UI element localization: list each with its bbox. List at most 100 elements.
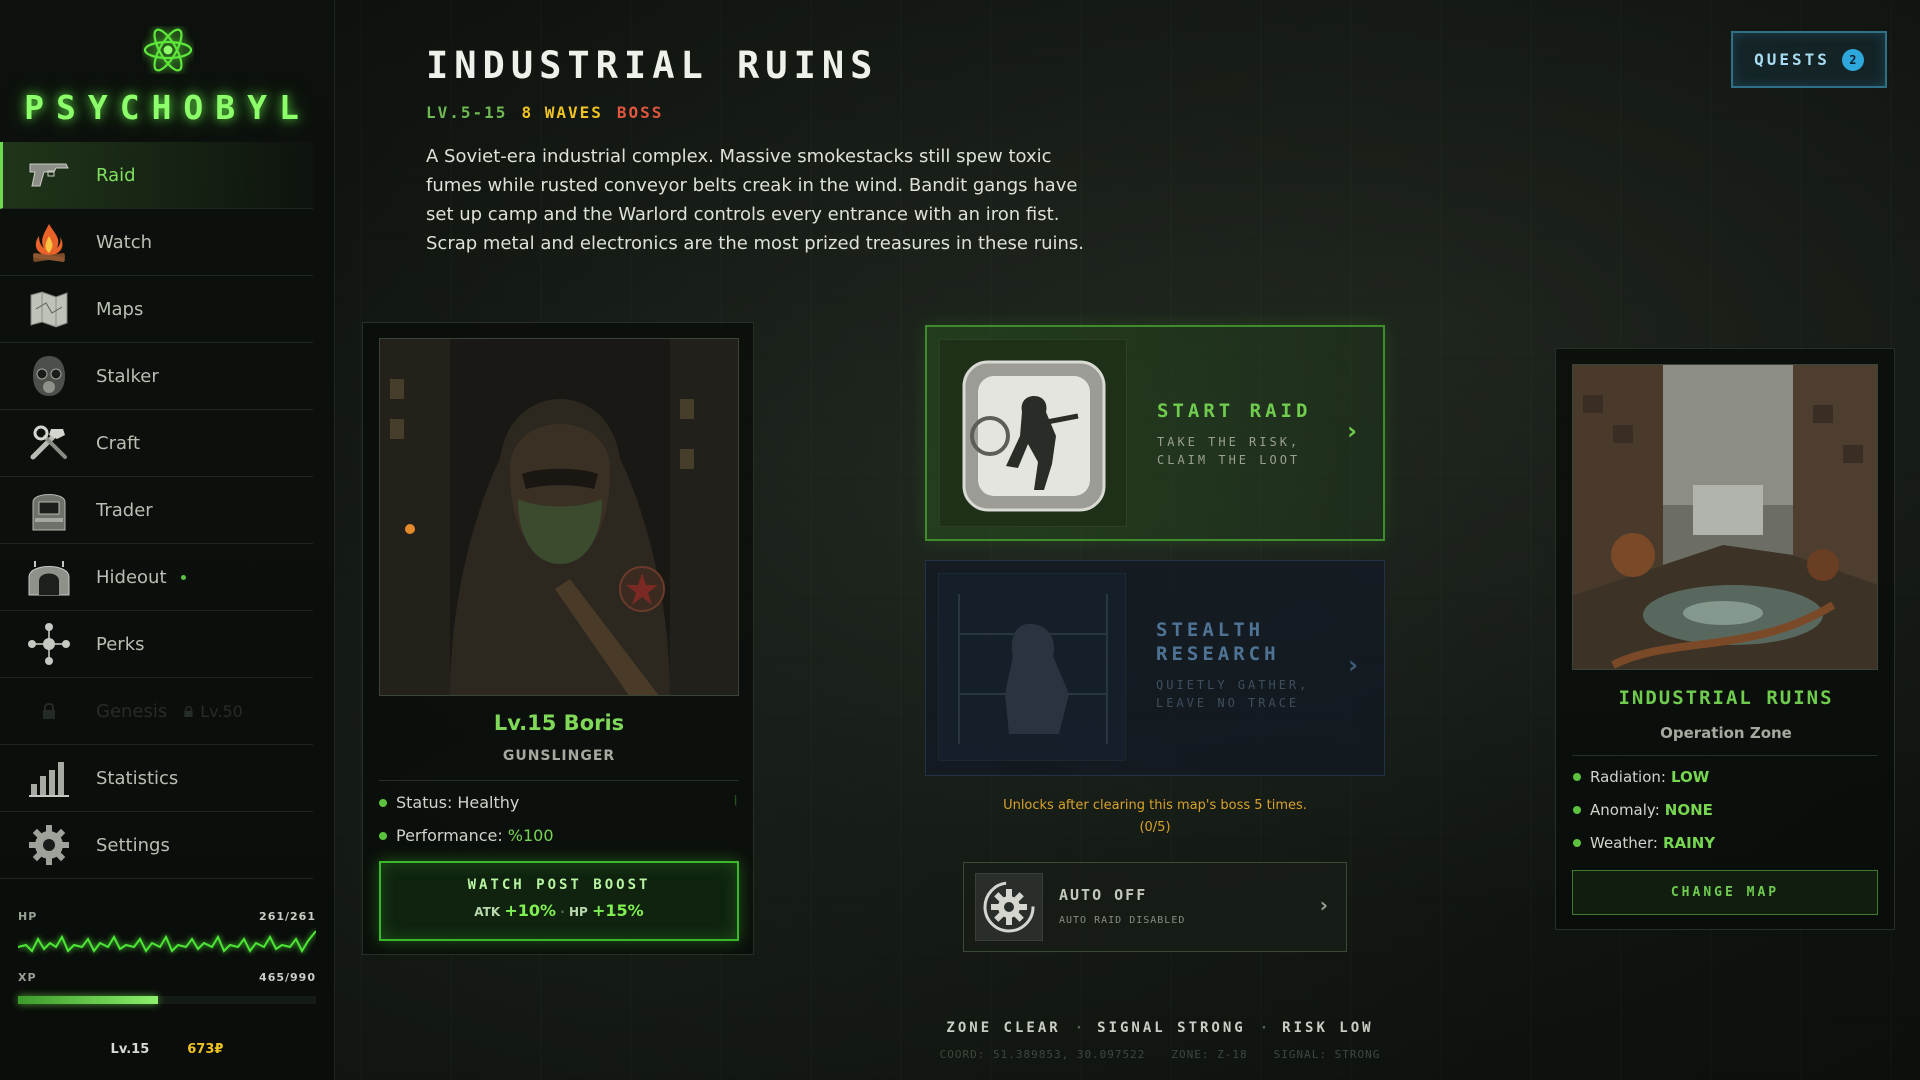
status-dot [1573,839,1581,847]
sidebar-item-label: Hideout [96,566,167,588]
unlock-progress: (0/5) [1139,820,1171,835]
lock-level-text: Lv.50 [200,701,243,721]
auto-subtitle: AUTO RAID DISABLED [1059,915,1186,926]
sidebar-item-label: Craft [96,432,141,454]
character-portrait [379,338,739,696]
sidebar-item-stalker[interactable]: Stalker [0,343,313,410]
sidebar-item-hideout[interactable]: Hideout [0,544,313,611]
hp-row: HP 261/261 [18,910,316,923]
boost-values: ATK +10% · HP +15% [474,901,644,920]
hp-value: 261/261 [259,910,316,923]
map-card: INDUSTRIAL RUINS Operation Zone Radiatio… [1555,348,1895,930]
perks-icon [26,621,72,667]
weather-label: Weather: [1590,834,1658,852]
pistol-icon [26,152,72,198]
campfire-icon [26,219,72,265]
sidebar-item-label: Stalker [96,365,159,387]
chevron-right-icon: › [1348,651,1358,679]
start-raid-button[interactable]: START RAID TAKE THE RISK, CLAIM THE LOOT… [925,325,1385,541]
level-range-tag: LV.5-15 [426,103,508,122]
anomaly-row: Anomaly: NONE [1573,801,1713,819]
chevron-right-icon: › [1319,893,1328,917]
vault-door-icon [939,339,1127,527]
xp-label: XP [18,971,37,984]
zone-meta: COORD: 51.389853, 30.097522 ZONE: Z-18 S… [900,1048,1420,1061]
divider [1572,755,1878,756]
auto-raid-toggle[interactable]: AUTO OFF AUTO RAID DISABLED › [963,862,1347,952]
separator: · [1259,1020,1269,1036]
player-level: Lv.15 [110,1042,150,1057]
status-dot [379,831,387,840]
auto-title: AUTO OFF [1059,886,1148,904]
risk-status: RISK LOW [1282,1020,1374,1036]
radiation-label: Radiation: [1590,768,1666,786]
sidebar-item-label: Maps [96,298,144,320]
zone-description: A Soviet-era industrial complex. Massive… [426,146,1085,254]
change-map-button[interactable]: CHANGE MAP [1572,870,1878,915]
app-title: PSYCHOBYL [24,88,311,127]
sidebar: PSYCHOBYL Raid Watch Maps Stalker Craft … [0,0,335,1080]
level-currency-row: Lv.15 673₽ [18,1042,316,1057]
sidebar-item-raid[interactable]: Raid [0,142,313,209]
sidebar-item-genesis: Genesis Lv.50 [0,678,313,745]
logo: PSYCHOBYL [0,26,335,127]
sidebar-item-maps[interactable]: Maps [0,276,313,343]
lock-level: Lv.50 [183,702,243,721]
status-label: Status: [396,793,453,812]
watch-post-boost: WATCH POST BOOST ATK +10% · HP +15% [379,861,739,941]
chevron-right-icon: › [1347,417,1357,445]
sidebar-item-label: Genesis [96,700,168,722]
zone-id: ZONE: Z-18 [1171,1048,1248,1061]
xp-bar [18,996,316,1004]
stealth-research-button: STEALTH RESEARCH QUIETLY GATHER, LEAVE N… [925,560,1385,776]
boost-atk-value: +10% [504,901,557,920]
radiation-row: Radiation: LOW [1573,768,1709,786]
sidebar-nav: Raid Watch Maps Stalker Craft Trader Hid… [0,142,335,879]
performance-label: Performance: [396,826,503,845]
sidebar-item-trader[interactable]: Trader [0,477,313,544]
unlock-note-text: Unlocks after clearing this map's boss 5… [1003,798,1307,813]
character-name: Lv.15 Boris [493,711,625,735]
quests-label: QUESTS [1754,50,1830,69]
sidebar-item-statistics[interactable]: Statistics [0,745,313,812]
map-icon [26,286,72,332]
divider [379,780,739,781]
xp-row: XP 465/990 [18,971,316,984]
auto-gear-icon [975,873,1043,941]
stealth-figure-icon [938,573,1126,761]
character-class: GUNSLINGER [502,748,616,764]
sidebar-item-craft[interactable]: Craft [0,410,313,477]
zone-tags: LV.5-15 8 WAVES BOSS [426,103,663,122]
boost-atk-label: ATK [474,905,501,919]
hp-label: HP [18,910,38,923]
zone-status: ZONE CLEAR [946,1020,1061,1036]
quests-button[interactable]: QUESTS 2 [1731,31,1887,88]
coordinates: COORD: 51.389853, 30.097522 [939,1048,1146,1061]
sidebar-item-watch[interactable]: Watch [0,209,313,276]
player-stats: HP 261/261 XP 465/990 Lv.15 673₽ [18,910,316,1057]
lock-icon [26,688,72,734]
anomaly-value: NONE [1664,801,1713,819]
sidebar-item-settings[interactable]: Settings [0,812,313,879]
start-raid-subtitle: TAKE THE RISK, CLAIM THE LOOT [1157,435,1301,467]
boost-title: WATCH POST BOOST [467,877,651,893]
map-subtitle: Operation Zone [1660,724,1792,742]
trader-booth-icon [26,487,72,533]
tools-icon [26,420,72,466]
atom-icon [143,28,192,72]
sidebar-item-label: Raid [96,164,136,186]
sidebar-item-label: Trader [96,499,153,521]
status-row: Status: Healthy [379,793,519,812]
stealth-research-subtitle: QUIETLY GATHER, LEAVE NO TRACE [1156,678,1310,710]
boost-hp-value: +15% [592,901,644,920]
start-raid-title: START RAID [1157,400,1312,422]
sidebar-item-perks[interactable]: Perks [0,611,313,678]
status-value: Healthy [457,793,520,812]
xp-value: 465/990 [259,971,316,984]
gear-icon [26,822,72,868]
map-name: INDUSTRIAL RUINS [1618,687,1834,709]
separator: · [1074,1020,1084,1036]
sidebar-item-label: Perks [96,633,145,655]
waves-tag: 8 WAVES [521,103,603,122]
lock-icon [184,705,193,717]
